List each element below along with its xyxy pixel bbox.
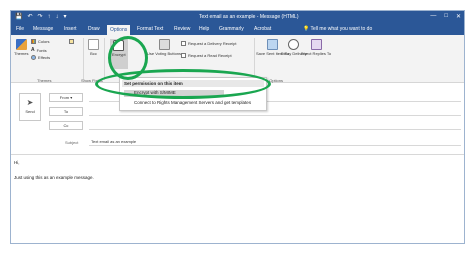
- themes-icon: [15, 39, 27, 50]
- delivery-receipt-check: [181, 41, 186, 46]
- tab-grammarly[interactable]: Grammarly: [219, 26, 244, 32]
- direct-label: Direct Replies To: [301, 51, 332, 56]
- message-body[interactable]: Hi, Just using this as an example messag…: [11, 154, 464, 243]
- bcc-icon: [88, 39, 99, 50]
- window-title: Text email as an example - Message (HTML…: [199, 14, 299, 20]
- colors-label: Colors: [38, 39, 50, 44]
- close-button[interactable]: ✕: [456, 13, 461, 20]
- minimize-button[interactable]: —: [430, 13, 436, 20]
- delivery-receipt-label: Request a Delivery Receipt: [188, 41, 237, 46]
- use-voting-buttons[interactable]: Use Voting Buttons: [147, 39, 181, 56]
- tab-format-text[interactable]: Format Text: [137, 26, 163, 32]
- tab-draw[interactable]: Draw: [88, 26, 100, 32]
- bcc-label: Bcc: [90, 51, 97, 56]
- save-icon[interactable]: 💾: [15, 13, 22, 22]
- tab-file[interactable]: File: [16, 26, 24, 32]
- colors-button[interactable]: Colors: [31, 39, 50, 44]
- direct-replies-icon: [310, 39, 322, 50]
- tab-message[interactable]: Message: [33, 26, 53, 32]
- themes-label: Themes: [14, 51, 29, 56]
- group-separator: [83, 38, 84, 80]
- delivery-receipt-checkbox[interactable]: Request a Delivery Receipt: [181, 41, 236, 46]
- title-bar: 💾 ↶ ↷ ↑ ↓ ▾ Text email as an example - M…: [11, 11, 464, 24]
- clock-icon: [288, 39, 300, 50]
- smime-highlight-ellipse: [95, 69, 271, 99]
- voting-icon: [158, 39, 170, 50]
- page-color-button[interactable]: [69, 39, 74, 44]
- save-sent-icon: [266, 39, 278, 50]
- tell-me-text: Tell me what you want to do: [310, 26, 373, 32]
- group-themes-label: Themes: [37, 78, 52, 83]
- effects-button[interactable]: Effects: [31, 55, 50, 60]
- from-button[interactable]: From ▾: [49, 93, 83, 102]
- group-separator: [104, 38, 105, 80]
- tab-acrobat[interactable]: Acrobat: [254, 26, 271, 32]
- tab-options[interactable]: Options: [107, 25, 131, 35]
- tab-review[interactable]: Review: [174, 26, 190, 32]
- effects-label: Effects: [38, 55, 51, 60]
- body-text: Just using this as an example message.: [14, 175, 94, 180]
- group-separator: [254, 38, 255, 80]
- page-color-icon: [69, 39, 74, 44]
- redo-icon[interactable]: ↷: [38, 13, 43, 22]
- fonts-button[interactable]: A Fonts: [31, 47, 47, 53]
- maximize-button[interactable]: □: [444, 13, 448, 20]
- voting-label: Use Voting Buttons: [147, 51, 182, 56]
- to-button[interactable]: To: [49, 107, 83, 116]
- colors-icon: [31, 39, 36, 44]
- undo-icon[interactable]: ↶: [27, 13, 32, 22]
- send-label: Send: [25, 109, 35, 114]
- fonts-icon: A: [31, 47, 35, 53]
- up-icon[interactable]: ↑: [48, 13, 51, 22]
- tab-insert[interactable]: Insert: [64, 26, 77, 32]
- window-controls: — □ ✕: [430, 13, 461, 20]
- send-icon: ➤: [26, 98, 34, 107]
- body-greeting: Hi,: [14, 160, 20, 165]
- ribbon-tab-bar: File Message Insert Draw Options Format …: [11, 24, 464, 35]
- from-label: From: [59, 95, 70, 100]
- direct-replies-button[interactable]: Direct Replies To: [301, 39, 331, 56]
- bcc-button[interactable]: Bcc: [88, 39, 99, 56]
- quick-access-toolbar: 💾 ↶ ↷ ↑ ↓ ▾: [15, 13, 67, 22]
- fonts-label: Fonts: [36, 47, 47, 53]
- themes-button[interactable]: Themes: [14, 39, 28, 56]
- rights-management-option[interactable]: Connect to Rights Management Servers and…: [134, 100, 251, 105]
- tab-help[interactable]: Help: [199, 26, 209, 32]
- read-receipt-label: Request a Read Receipt: [188, 53, 232, 58]
- down-icon[interactable]: ↓: [56, 13, 59, 22]
- subject-field[interactable]: Text email as an example: [89, 137, 461, 146]
- read-receipt-checkbox[interactable]: Request a Read Receipt: [181, 53, 232, 58]
- cc-button[interactable]: Cc: [49, 121, 83, 130]
- subject-label: Subject: [65, 140, 79, 145]
- outlook-message-window: 💾 ↶ ↷ ↑ ↓ ▾ Text email as an example - M…: [10, 10, 465, 244]
- customize-icon[interactable]: ▾: [64, 13, 67, 22]
- read-receipt-check: [181, 53, 186, 58]
- tell-me-search[interactable]: 💡 Tell me what you want to do: [303, 26, 372, 32]
- send-button[interactable]: ➤ Send: [19, 93, 41, 121]
- effects-icon: [31, 55, 36, 60]
- cc-field[interactable]: [89, 121, 461, 130]
